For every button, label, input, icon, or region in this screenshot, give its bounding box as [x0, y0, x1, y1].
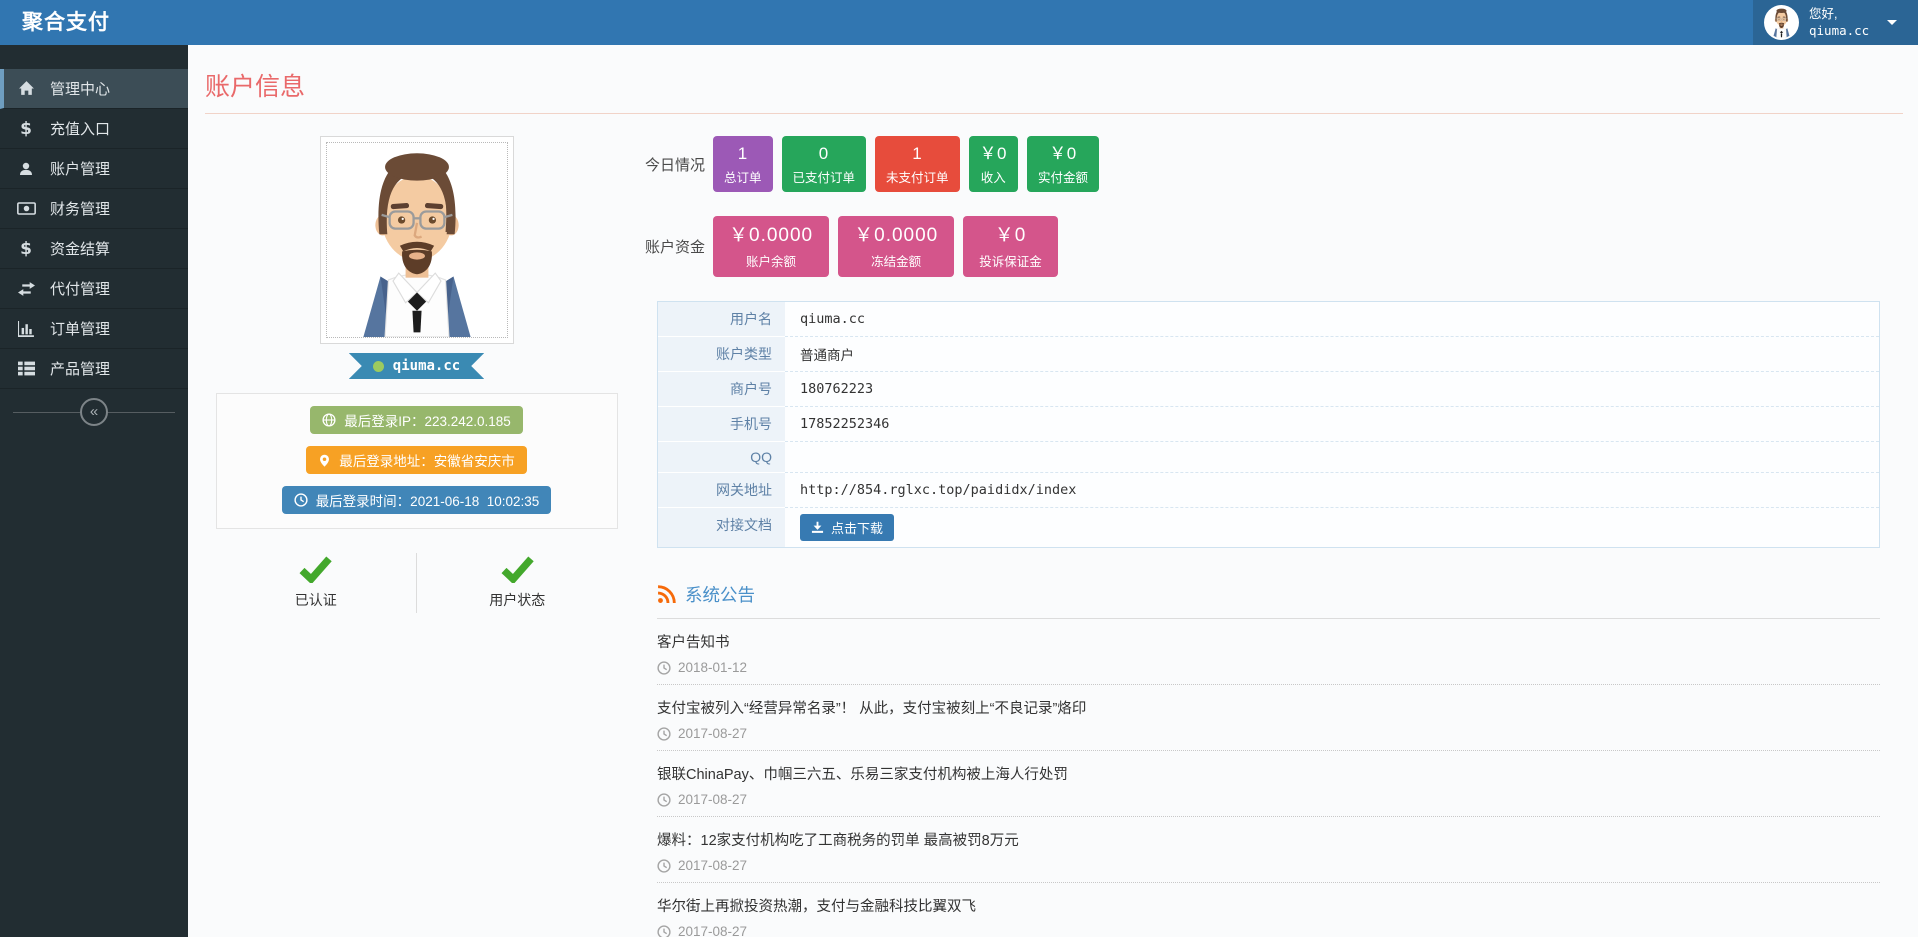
today-stats-label: 今日情况 [645, 154, 713, 175]
clock-icon [657, 661, 671, 675]
stat-income: ￥0收入 [969, 136, 1018, 192]
page-title: 账户信息 [205, 67, 1903, 114]
sidebar-item-payout[interactable]: 代付管理 [0, 269, 188, 309]
user-state-label: 用户状态 [489, 590, 545, 610]
stat-complaint-deposit: ￥0投诉保证金 [963, 216, 1058, 277]
last-login-ip-badge: 最后登录IP：223.242.0.185 [310, 406, 523, 434]
funds-stats-label: 账户资金 [645, 236, 713, 257]
sidebar-item-account[interactable]: 账户管理 [0, 149, 188, 189]
home-icon [15, 80, 37, 97]
download-icon [811, 521, 824, 534]
table-row-doc: 对接文档 点击下载 [658, 508, 1879, 547]
check-icon [501, 556, 534, 583]
user-icon [15, 161, 37, 177]
sidebar-item-label: 代付管理 [50, 278, 110, 299]
table-row: QQ [658, 442, 1879, 473]
announcement-link[interactable]: 支付宝被列入“经营异常名录”！ 从此，支付宝被刻上“不良记录”烙印 [657, 697, 1880, 718]
sidebar-item-label: 产品管理 [50, 358, 110, 379]
dollar-icon: $ [15, 119, 37, 139]
table-row: 账户类型 普通商户 [658, 337, 1879, 372]
user-avatar [1764, 5, 1799, 40]
announcement-link[interactable]: 银联ChinaPay、巾帼三六五、乐易三家支付机构被上海人行处罚 [657, 763, 1880, 784]
profile-column: qiuma.cc 最后登录IP：223.242.0.185 最后登录地址：安徽省… [188, 136, 645, 937]
list-item: 客户告知书 2018-01-12 [657, 619, 1880, 685]
clock-icon [657, 793, 671, 807]
details-column: 今日情况 1总订单 0已支付订单 1未支付订单 ￥0收入 ￥0实 [645, 136, 1880, 937]
profile-avatar-image [326, 142, 508, 338]
user-name: qiuma.cc [1809, 23, 1869, 38]
main-content: 账户信息 qiuma.cc 最后登录IP：223.242.0.185 最 [188, 45, 1918, 937]
clock-icon [294, 493, 308, 507]
announcements-title: 系统公告 [685, 582, 755, 607]
globe-icon [322, 413, 336, 427]
profile-avatar-card [320, 136, 514, 344]
rss-icon [657, 585, 676, 604]
sidebar-item-label: 财务管理 [50, 198, 110, 219]
sidebar-item-finance[interactable]: 财务管理 [0, 189, 188, 229]
user-menu[interactable]: 您好, qiuma.cc [1753, 0, 1918, 45]
last-login-time-badge: 最后登录时间：2021-06-18 10:02:35 [282, 486, 552, 514]
table-row: 用户名 qiuma.cc [658, 302, 1879, 337]
online-status-dot [373, 361, 384, 372]
list-item: 银联ChinaPay、巾帼三六五、乐易三家支付机构被上海人行处罚 2017-08… [657, 751, 1880, 817]
stat-unpaid-orders: 1未支付订单 [875, 136, 960, 192]
sidebar-item-label: 资金结算 [50, 238, 110, 259]
announcement-link[interactable]: 爆料：12家支付机构吃了工商税务的罚单 最高被罚8万元 [657, 829, 1880, 850]
sidebar-collapse-row: « [0, 389, 188, 435]
sidebar-item-orders[interactable]: 订单管理 [0, 309, 188, 349]
grid-list-icon [15, 361, 37, 376]
sidebar-item-dashboard[interactable]: 管理中心 [0, 69, 188, 109]
stat-frozen-amount: ￥0.0000冻结金额 [838, 216, 954, 277]
table-row: 手机号 17852252346 [658, 407, 1879, 442]
today-stats-row: 今日情况 1总订单 0已支付订单 1未支付订单 ￥0收入 ￥0实 [645, 136, 1880, 192]
account-info-table: 用户名 qiuma.cc 账户类型 普通商户 商户号 180762223 手机号… [657, 301, 1880, 548]
sidebar-item-label: 订单管理 [50, 318, 110, 339]
header-spacer [110, 0, 1753, 45]
system-announcements: 系统公告 客户告知书 2018-01-12 支付宝被列入“经营异常名录”！ 从此… [657, 582, 1880, 937]
bar-chart-icon [15, 321, 37, 337]
money-bill-icon [15, 202, 37, 215]
sidebar-item-settlement[interactable]: $ 资金结算 [0, 229, 188, 269]
sidebar: 管理中心 $ 充值入口 账户管理 财务管理 $ 资金结算 代付管理 订单管理 产… [0, 45, 188, 937]
last-login-address-badge: 最后登录地址：安徽省安庆市 [306, 446, 527, 474]
status-row: 已认证 用户状态 [216, 553, 618, 613]
dollar-icon: $ [15, 239, 37, 259]
stat-total-orders: 1总订单 [713, 136, 773, 192]
sidebar-item-label: 充值入口 [50, 118, 110, 139]
location-pin-icon [318, 454, 331, 467]
sidebar-item-label: 账户管理 [50, 158, 110, 179]
list-item: 华尔街上再掀投资热潮，支付与金融科技比翼双飞 2017-08-27 [657, 883, 1880, 937]
clock-icon [657, 925, 671, 937]
stat-actual-paid: ￥0实付金额 [1027, 136, 1099, 192]
user-greeting: 您好, [1809, 7, 1837, 21]
sidebar-item-products[interactable]: 产品管理 [0, 349, 188, 389]
verified-label: 已认证 [295, 590, 337, 610]
top-header: 聚合支付 您好, qiuma.cc [0, 0, 1918, 45]
stat-paid-orders: 0已支付订单 [782, 136, 867, 192]
check-icon [299, 556, 332, 583]
sidebar-item-label: 管理中心 [50, 78, 110, 99]
list-item: 爆料：12家支付机构吃了工商税务的罚单 最高被罚8万元 2017-08-27 [657, 817, 1880, 883]
table-row: 网关地址 http://854.rglxc.top/paididx/index [658, 473, 1879, 508]
stat-account-balance: ￥0.0000账户余额 [713, 216, 829, 277]
last-login-panel: 最后登录IP：223.242.0.185 最后登录地址：安徽省安庆市 最后登录时… [216, 393, 618, 529]
clock-icon [657, 727, 671, 741]
list-item: 支付宝被列入“经营异常名录”！ 从此，支付宝被刻上“不良记录”烙印 2017-0… [657, 685, 1880, 751]
download-doc-button[interactable]: 点击下载 [800, 514, 894, 541]
announcement-link[interactable]: 客户告知书 [657, 631, 1880, 652]
funds-stats-row: 账户资金 ￥0.0000账户余额 ￥0.0000冻结金额 ￥0投诉保证金 [645, 216, 1880, 277]
sidebar-item-recharge[interactable]: $ 充值入口 [0, 109, 188, 149]
announcement-link[interactable]: 华尔街上再掀投资热潮，支付与金融科技比翼双飞 [657, 895, 1880, 916]
sidebar-collapse-button[interactable]: « [80, 398, 108, 426]
table-row: 商户号 180762223 [658, 372, 1879, 407]
chevron-down-icon [1887, 20, 1897, 30]
username-ribbon: qiuma.cc [349, 353, 484, 379]
verified-status: 已认证 [216, 553, 417, 613]
ribbon-username: qiuma.cc [393, 358, 460, 374]
user-state-status: 用户状态 [416, 553, 618, 613]
clock-icon [657, 859, 671, 873]
user-greeting-block: 您好, qiuma.cc [1809, 6, 1869, 40]
brand-logo: 聚合支付 [0, 0, 110, 45]
transfer-arrows-icon [15, 282, 37, 296]
